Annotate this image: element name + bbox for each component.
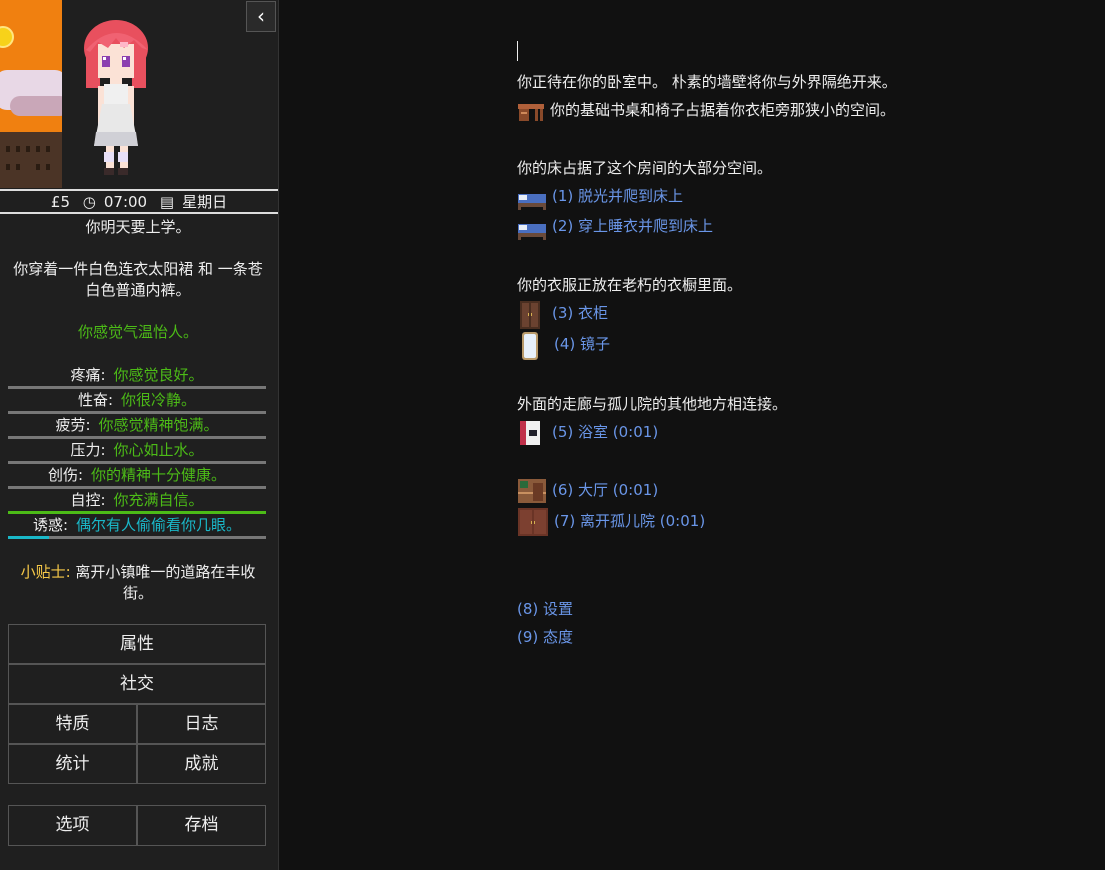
money-display: £5: [50, 193, 70, 211]
stat-label: 自控:: [70, 491, 106, 509]
bed-description: 你的床占据了这个房间的大部分空间。: [517, 159, 773, 177]
stat-row: 压力: 你心如止水。: [8, 439, 266, 464]
stat-bar: [8, 536, 266, 539]
bed-icon: [518, 194, 546, 210]
tip-text: 离开小镇唯一的道路在丰收街。: [75, 563, 256, 602]
clothing-description: 你穿着一件白色连衣太阳裙 和 一条苍白色普通内裤。: [13, 260, 263, 299]
clock-icon: ◷: [82, 193, 96, 211]
bathroom-icon: [520, 421, 540, 445]
statistics-button[interactable]: 统计: [8, 744, 137, 784]
settings-link[interactable]: (8) 设置: [517, 598, 573, 619]
clothes-description: 你的衣服正放在老朽的衣橱里面。: [517, 276, 743, 294]
location-scene-image: [0, 0, 62, 188]
school-note: 你明天要上学。: [85, 218, 191, 236]
stat-description: 你充满自信。: [113, 491, 204, 509]
strip-to-bed-link[interactable]: (1) 脱光并爬到床上: [552, 185, 683, 206]
attributes-button[interactable]: 属性: [8, 624, 266, 664]
desk-text: 你的基础书桌和椅子占据着你衣柜旁那狭小的空间。: [550, 101, 896, 119]
bed-icon: [518, 224, 546, 240]
orphanage-building-icon: [0, 132, 62, 188]
stat-description: 你心如止水。: [113, 441, 204, 459]
traits-button[interactable]: 特质: [8, 704, 137, 744]
hall-link[interactable]: (6) 大厅 (0:01): [552, 479, 658, 500]
stat-description: 偶尔有人偷偷看你几眼。: [76, 516, 242, 534]
cloud-icon: [10, 96, 62, 116]
wardrobe-link[interactable]: (3) 衣柜: [552, 302, 608, 323]
text-cursor: [517, 41, 518, 61]
chevron-left-icon[interactable]: ‹: [246, 1, 276, 32]
character-portrait: [62, 0, 246, 188]
stat-row: 自控: 你充满自信。: [8, 489, 266, 514]
tip: 小贴士: 离开小镇唯一的道路在丰收街。: [8, 562, 268, 604]
divider: [0, 212, 278, 214]
stat-bar-fill: [8, 536, 50, 539]
stat-label: 诱惑:: [32, 516, 69, 534]
stat-row: 疲劳: 你感觉精神饱满。: [8, 414, 266, 439]
stat-description: 你的精神十分健康。: [91, 466, 227, 484]
calendar-icon: ▤: [159, 193, 175, 211]
wardrobe-icon: [520, 301, 540, 329]
weather-description: 你感觉气温怡人。: [77, 323, 198, 341]
journal-button[interactable]: 日志: [137, 704, 266, 744]
stat-row: 性奋: 你很冷静。: [8, 389, 266, 414]
tip-label: 小贴士:: [20, 563, 71, 581]
stat-label: 压力:: [70, 441, 106, 459]
stat-label: 创伤:: [47, 466, 84, 484]
status-bar: £5 ◷ 07:00 ▤ 星期日: [0, 191, 278, 213]
mirror-link[interactable]: (4) 镜子: [554, 333, 610, 354]
door-icon: [518, 508, 548, 536]
day-display: 星期日: [182, 193, 228, 211]
mirror-icon: [522, 332, 538, 360]
sun-icon: [0, 26, 14, 48]
time-display: 07:00: [103, 193, 148, 211]
stat-description: 你感觉良好。: [113, 366, 204, 384]
attitude-link[interactable]: (9) 态度: [517, 626, 573, 647]
stat-row: 诱惑: 偶尔有人偷偷看你几眼。: [8, 514, 266, 539]
desk-icon: [518, 104, 544, 121]
hallway-description: 外面的走廊与孤儿院的其他地方相连接。: [517, 395, 788, 413]
stat-description: 你感觉精神饱满。: [98, 416, 219, 434]
stat-label: 疼痛:: [70, 366, 106, 384]
social-button[interactable]: 社交: [8, 664, 266, 704]
saves-button[interactable]: 存档: [137, 805, 266, 846]
stat-row: 创伤: 你的精神十分健康。: [8, 464, 266, 489]
hall-icon: [518, 479, 546, 503]
leave-orphanage-link[interactable]: (7) 离开孤儿院 (0:01): [554, 510, 705, 531]
bathroom-link[interactable]: (5) 浴室 (0:01): [552, 421, 658, 442]
achievements-button[interactable]: 成就: [137, 744, 266, 784]
stat-description: 你很冷静。: [121, 391, 197, 409]
pajamas-to-bed-link[interactable]: (2) 穿上睡衣并爬到床上: [552, 215, 713, 236]
options-button[interactable]: 选项: [8, 805, 137, 846]
room-intro-text: 你正待在你的卧室中。 朴素的墙壁将你与外界隔绝开来。: [517, 73, 897, 91]
stat-label: 性奋:: [77, 391, 114, 409]
sidebar: ‹ £5 ◷ 07:00 ▤ 星期日 你明天要上学。 你穿着一件白色连衣太阳裙 和 …: [0, 0, 279, 870]
stat-label: 疲劳:: [55, 416, 91, 434]
stat-row: 疼痛: 你感觉良好。: [8, 364, 266, 389]
